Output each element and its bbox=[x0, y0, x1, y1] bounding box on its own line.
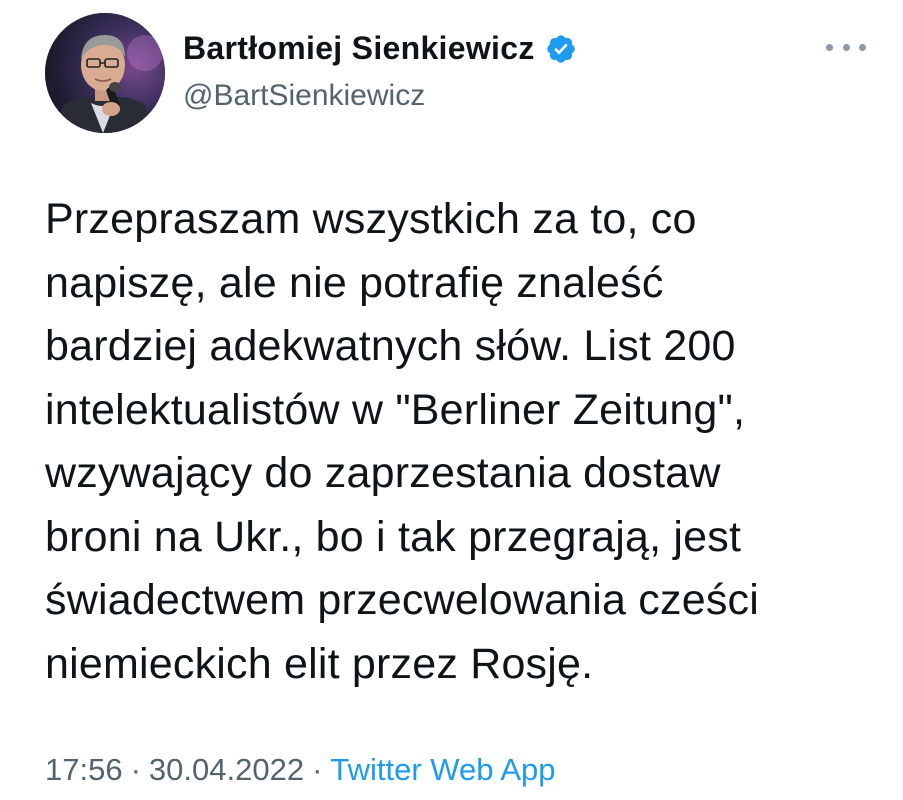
tweet-text-line: napiszę, ale nie potrafię znaleść bbox=[45, 258, 664, 307]
tweet-source-link[interactable]: Twitter Web App bbox=[330, 752, 555, 787]
tweet-text-line: świadectwem przecwelowania cześci bbox=[45, 576, 759, 624]
tweet-text-line: broni na Ukr., bo i tak przegrają, jest bbox=[45, 512, 742, 561]
tweet-card: Bartłomiej Sienkiewicz @BartSienkiewicz … bbox=[0, 0, 903, 800]
tweet-meta: 17:56 · 30.04.2022 · Twitter Web App bbox=[45, 752, 556, 788]
author-handle[interactable]: @BartSienkiewicz bbox=[183, 79, 425, 113]
author-display-name[interactable]: Bartłomiej Sienkiewicz bbox=[183, 30, 535, 67]
tweet-text-line: bardziej adekwatnych słów. List 200 bbox=[45, 322, 736, 370]
avatar-photo bbox=[45, 13, 165, 133]
meta-separator: · bbox=[130, 752, 141, 787]
meta-separator: · bbox=[312, 752, 323, 787]
tweet-text-line: niemieckich elit przez Rosję. bbox=[45, 639, 594, 688]
author-name-row: Bartłomiej Sienkiewicz bbox=[183, 30, 577, 67]
tweet-text: Przepraszam wszystkich za to, co napiszę… bbox=[45, 188, 875, 696]
avatar[interactable] bbox=[45, 13, 165, 133]
tweet-text-line: Przepraszam wszystkich za to, co bbox=[45, 195, 697, 243]
more-options-icon[interactable] bbox=[826, 37, 866, 57]
tweet-time[interactable]: 17:56 bbox=[45, 752, 123, 787]
tweet-date[interactable]: 30.04.2022 bbox=[149, 752, 304, 787]
tweet-text-line: wzywający do zaprzestania dostaw bbox=[45, 449, 721, 497]
verified-badge-icon bbox=[545, 33, 577, 65]
tweet-text-line: intelektualistów w "Berliner Zeitung", bbox=[45, 385, 746, 434]
